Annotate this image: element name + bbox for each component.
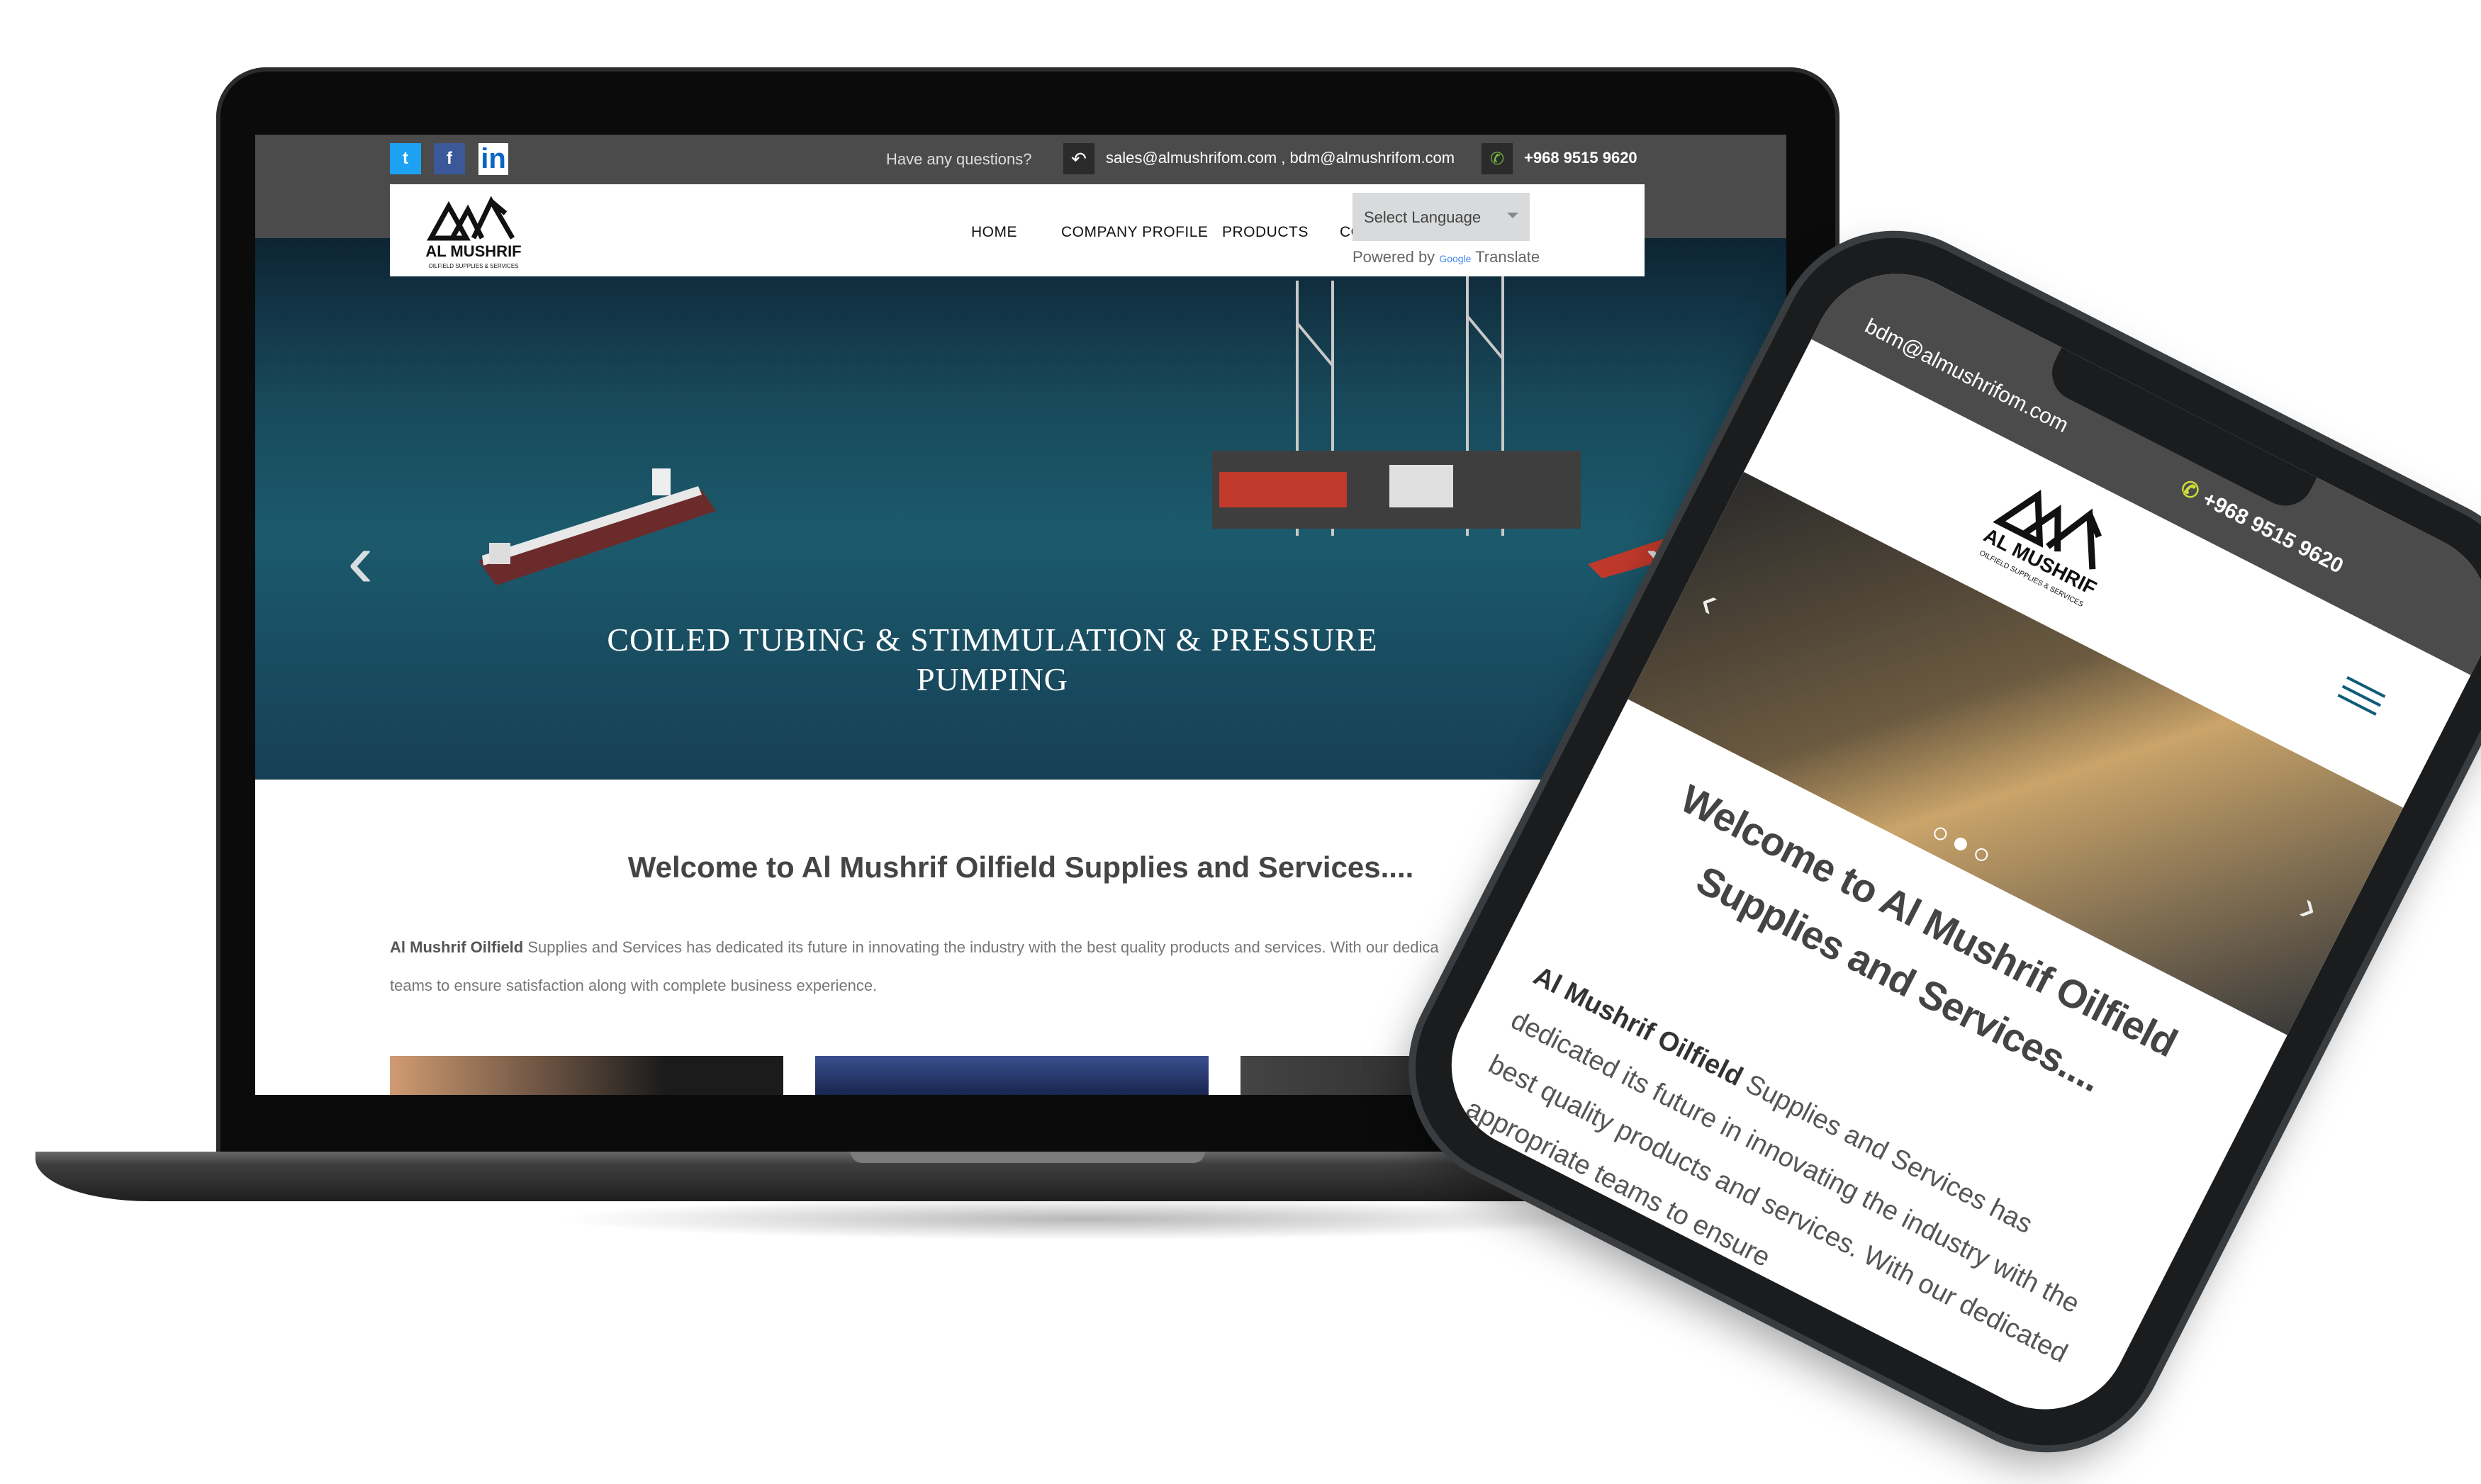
- nav-home[interactable]: HOME: [971, 224, 1017, 241]
- rig-module-2: [1389, 465, 1453, 507]
- intro-line2: teams to ensure satisfaction along with …: [390, 977, 878, 994]
- contact-emails[interactable]: sales@almushrifom.com , bdm@almushrifom.…: [1106, 149, 1455, 167]
- chevron-left-icon[interactable]: ‹: [1692, 576, 1727, 626]
- powered-by-label: Powered by: [1352, 248, 1435, 266]
- contact-phone[interactable]: +968 9515 9620: [1524, 149, 1637, 167]
- hero-title: COILED TUBING & STIMMULATION & PRESSURE …: [607, 622, 1378, 697]
- company-logo[interactable]: AL MUSHRIF OILFIELD SUPPLIES & SERVICES: [424, 189, 523, 272]
- tanker-ship: [478, 468, 716, 585]
- phone-icon: ✆: [1482, 143, 1513, 174]
- language-select[interactable]: Select Language: [1352, 193, 1530, 241]
- slider-dot-1[interactable]: [1932, 825, 1949, 843]
- google-label: Google: [1439, 253, 1472, 264]
- facebook-icon[interactable]: f: [434, 143, 465, 174]
- laptop-notch: [851, 1152, 1205, 1163]
- intro-rest: Supplies and Services has dedicated its …: [523, 938, 1439, 956]
- slider-dot-2[interactable]: [1952, 836, 1970, 853]
- logo-text: AL MUSHRIF: [425, 242, 521, 260]
- twitter-icon[interactable]: t: [390, 143, 421, 174]
- translate-label: Translate: [1475, 248, 1540, 266]
- linkedin-glyph: in: [478, 142, 508, 175]
- laptop-shadow: [553, 1198, 1616, 1240]
- intro-bold: Al Mushrif Oilfield: [390, 938, 524, 956]
- language-select-label: Select Language: [1364, 208, 1482, 226]
- chevron-down-icon: [1507, 213, 1518, 218]
- site-header: AL MUSHRIF OILFIELD SUPPLIES & SERVICES …: [390, 184, 1645, 276]
- google-translate-credit: Powered by Google Translate: [1352, 248, 1540, 266]
- reply-icon: ↶: [1063, 143, 1094, 174]
- chevron-right-icon[interactable]: ›: [2292, 882, 2327, 932]
- nav-company-profile[interactable]: COMPANY PROFILE: [1061, 224, 1208, 241]
- questions-label: Have any questions?: [886, 150, 1032, 168]
- product-thumb-1[interactable]: [390, 1056, 783, 1095]
- slider-dot-3[interactable]: [1973, 845, 1990, 864]
- chevron-left-icon[interactable]: ‹: [347, 522, 374, 600]
- phone-slider-dots: [1930, 825, 1996, 870]
- linkedin-icon[interactable]: in: [478, 142, 509, 175]
- phone-icon: ✆: [2176, 476, 2203, 505]
- rig-module: [1219, 472, 1347, 507]
- logo-subtext: OILFIELD SUPPLIES & SERVICES: [428, 263, 518, 269]
- nav-products[interactable]: PRODUCTS: [1222, 224, 1309, 241]
- product-thumb-2[interactable]: [815, 1056, 1209, 1095]
- hamburger-menu-icon[interactable]: [2335, 676, 2386, 721]
